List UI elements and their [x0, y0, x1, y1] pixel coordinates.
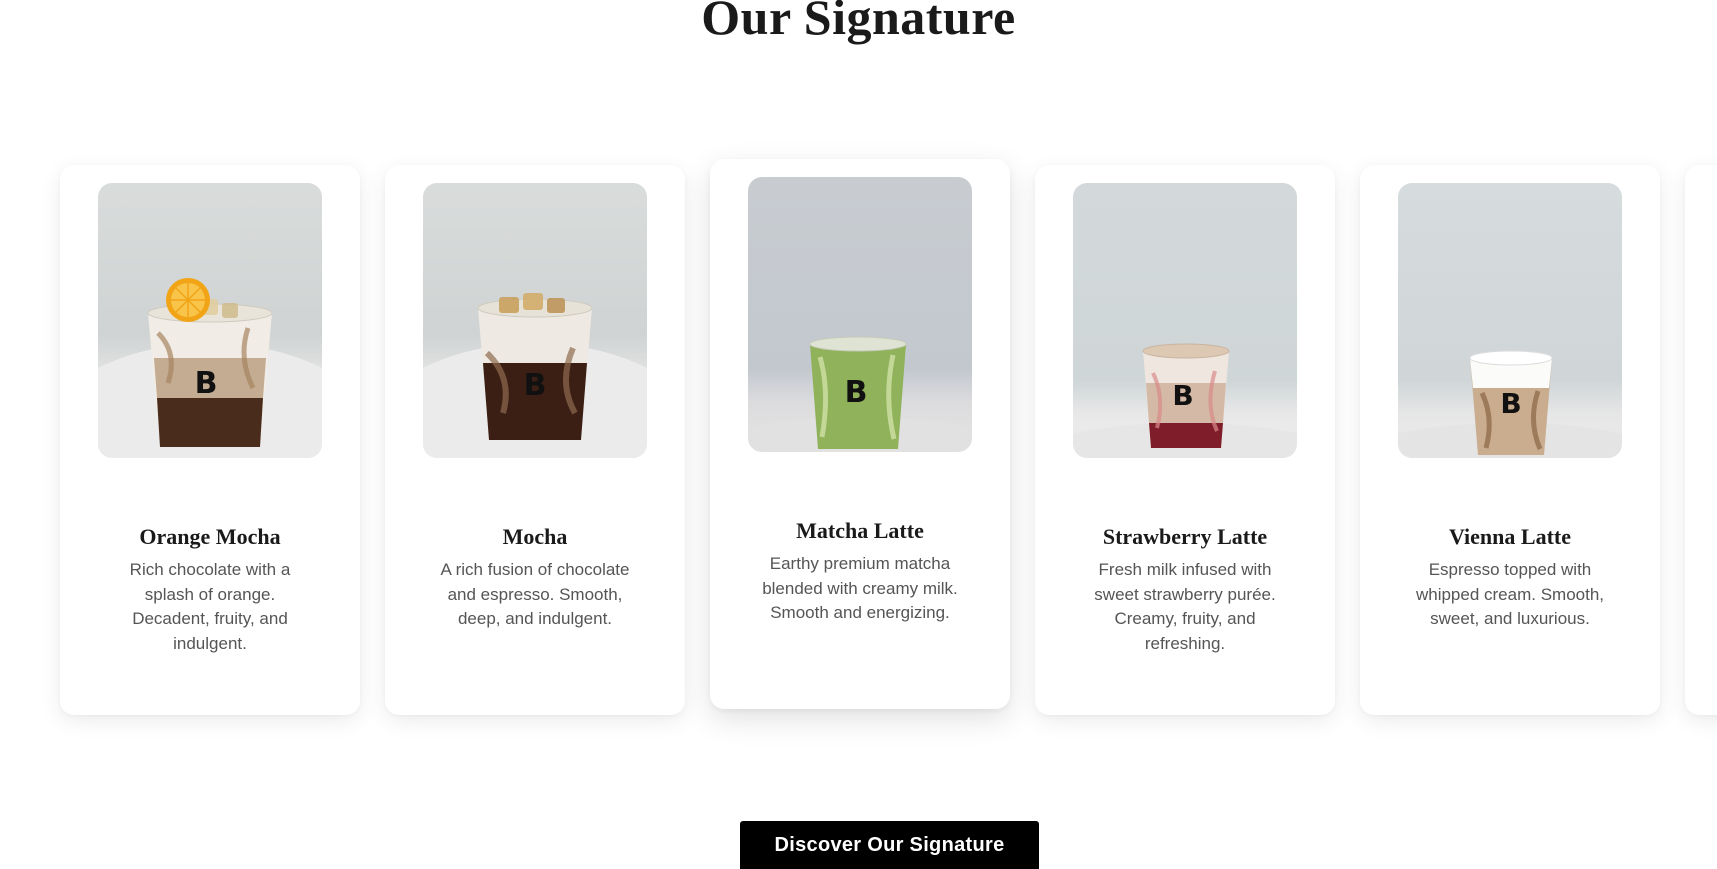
orange-mocha-image: B [98, 183, 322, 458]
product-card-vienna-latte[interactable]: B Vienna Latte Espresso topped with whip… [1360, 165, 1660, 715]
svg-text:B: B [524, 368, 547, 403]
card-description: Espresso topped with whipped cream. Smoo… [1415, 560, 1605, 628]
mocha-image: B [423, 183, 647, 458]
product-card-mocha[interactable]: B Mocha A rich fusion of chocolate and e… [385, 165, 685, 715]
product-card-next-partial[interactable] [1685, 165, 1717, 715]
matcha-latte-image: B [748, 177, 972, 452]
vienna-latte-image: B [1398, 183, 1622, 458]
svg-text:B: B [1500, 387, 1521, 420]
signature-carousel: B Orange Mocha Rich chocolate with a spl… [0, 0, 1717, 869]
card-description: Rich chocolate with a splash of orange. … [129, 560, 291, 653]
card-title: Strawberry Latte [1102, 524, 1268, 549]
product-card-matcha-latte[interactable]: B Matcha Latte Earthy premium matcha ble… [710, 159, 1010, 709]
card-description: Earthy premium matcha blended with cream… [762, 554, 958, 622]
card-title: Orange Mocha [139, 524, 281, 549]
card-description: Fresh milk infused with sweet strawberry… [1094, 560, 1276, 653]
strawberry-latte-image: B [1073, 183, 1297, 458]
svg-text:B: B [845, 375, 868, 410]
card-title: Mocha [502, 524, 568, 549]
card-title: Vienna Latte [1448, 524, 1571, 549]
card-description: A rich fusion of chocolate and espresso.… [440, 560, 630, 628]
discover-signature-button[interactable]: Discover Our Signature [740, 821, 1039, 869]
card-title: Matcha Latte [796, 518, 924, 543]
svg-text:B: B [1172, 379, 1193, 412]
svg-text:B: B [195, 366, 218, 401]
product-card-strawberry-latte[interactable]: B Strawberry Latte Fresh milk infused wi… [1035, 165, 1335, 715]
signature-page: Our Signature B Orange Mocha Rich chocol… [0, 0, 1717, 869]
product-card-orange-mocha[interactable]: B Orange Mocha Rich chocolate with a spl… [60, 165, 360, 715]
